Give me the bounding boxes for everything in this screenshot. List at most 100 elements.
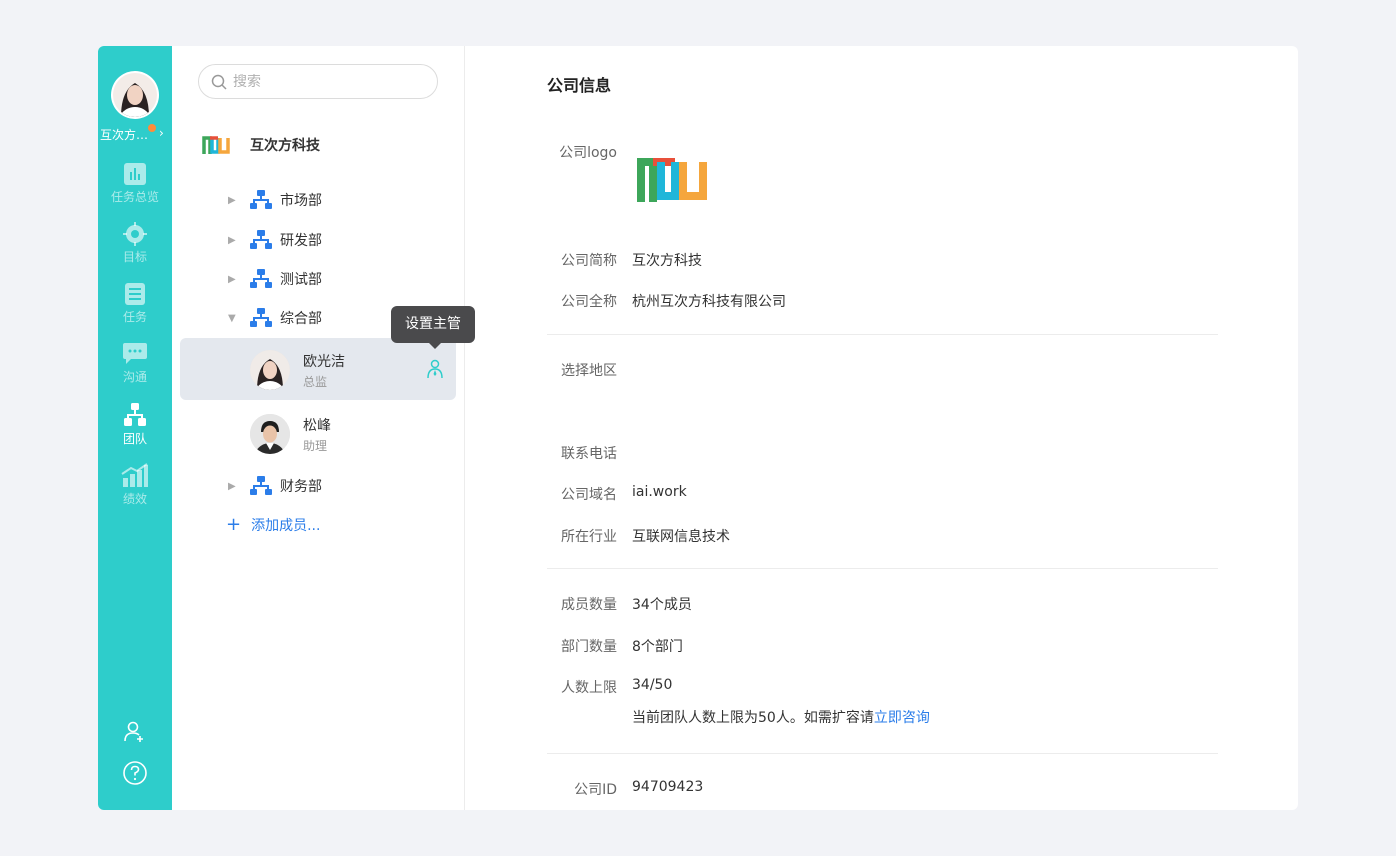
company-switcher[interactable]: 互次方… ›: [98, 124, 172, 143]
chart-icon: [124, 163, 146, 185]
field-label: 公司简称: [561, 253, 617, 269]
caret-right-icon[interactable]: ▶: [228, 235, 238, 246]
nav-item-tasks[interactable]: 任务: [98, 282, 172, 325]
member-role: 总监: [303, 375, 328, 389]
field-full-name: 公司全称 杭州互次方科技有限公司: [465, 291, 786, 311]
field-phone[interactable]: 联系电话: [465, 443, 617, 463]
short-name-value[interactable]: 互次方科技: [632, 250, 702, 270]
field-label: 所在行业: [561, 529, 617, 545]
org-name: 互次方科技: [250, 138, 320, 154]
nav-item-label: 任务总览: [110, 190, 159, 204]
notification-dot: [148, 124, 156, 132]
domain-value[interactable]: iai.work: [632, 484, 687, 504]
nav-item-label: 团队: [122, 432, 147, 446]
member-name: 欧光洁: [303, 354, 345, 370]
search-input[interactable]: [233, 73, 413, 90]
search-box[interactable]: [198, 64, 438, 99]
field-company-id: 公司ID 94709423: [465, 779, 703, 799]
field-domain: 公司域名 iai.work: [465, 484, 687, 504]
consult-link[interactable]: 立即咨询: [874, 710, 930, 726]
field-member-count: 成员数量 34个成员: [465, 594, 692, 614]
tooltip-set-manager: 设置主管: [391, 306, 475, 349]
dept-rnd[interactable]: ▶ 研发部: [228, 230, 322, 250]
caret-right-icon[interactable]: ▶: [228, 195, 238, 206]
nav-item-label: 任务: [122, 310, 147, 324]
page-title: 公司信息: [547, 76, 612, 95]
field-label: 部门数量: [561, 639, 617, 655]
dept-label: 市场部: [280, 193, 322, 209]
nav-item-team[interactable]: 团队: [98, 402, 172, 447]
industry-value[interactable]: 互联网信息技术: [632, 526, 730, 546]
org-chart-icon: [250, 308, 272, 327]
member-row[interactable]: 欧光洁 总监: [180, 338, 456, 400]
dept-label: 研发部: [280, 233, 322, 249]
user-avatar[interactable]: [111, 71, 159, 119]
company-info-panel: 公司信息 公司logo 公司简称 互次方科技 公司全称 杭州互次方科技有限公司 …: [465, 46, 1298, 810]
member-count-value: 34个成员: [632, 597, 692, 613]
field-short-name: 公司简称 互次方科技: [465, 250, 702, 270]
field-region[interactable]: 选择地区: [465, 360, 617, 380]
member-role: 助理: [303, 439, 328, 453]
caret-down-icon[interactable]: ▼: [228, 313, 238, 324]
nav-item-goals[interactable]: 目标: [98, 222, 172, 265]
nav-rail: 互次方… › 任务总览 目标 任务 沟通 团队 绩效: [98, 46, 172, 810]
company-id-value: 94709423: [632, 779, 704, 795]
dept-label: 财务部: [280, 479, 322, 495]
nav-item-chat[interactable]: 沟通: [98, 342, 172, 385]
field-label: 联系电话: [561, 446, 617, 462]
field-limit-note: 当前团队人数上限为50人。如需扩容请立即咨询: [465, 707, 930, 727]
team-icon: [124, 403, 146, 426]
add-member-label: 添加成员...: [251, 518, 321, 534]
member-avatar: [250, 350, 290, 390]
caret-right-icon[interactable]: ▶: [228, 274, 238, 285]
field-label: 公司域名: [561, 487, 617, 503]
invite-member-button[interactable]: [98, 720, 172, 748]
task-list-icon: [125, 283, 145, 305]
chat-icon: [123, 343, 147, 364]
company-logo-image: [637, 158, 707, 202]
chevron-right-icon: ›: [159, 126, 164, 140]
org-chart-icon: [250, 230, 272, 249]
plus-icon: +: [226, 514, 242, 535]
field-logo: 公司logo: [465, 142, 711, 208]
dept-qa[interactable]: ▶ 测试部: [228, 269, 322, 289]
field-label: 公司logo: [559, 145, 617, 161]
member-avatar: [250, 414, 290, 454]
field-label: 人数上限: [561, 680, 617, 696]
full-name-value[interactable]: 杭州互次方科技有限公司: [632, 291, 786, 311]
divider: [547, 568, 1218, 569]
divider: [547, 753, 1218, 754]
help-icon: [123, 761, 147, 785]
field-label: 成员数量: [561, 597, 617, 613]
search-icon: [211, 74, 227, 90]
help-button[interactable]: [98, 760, 172, 790]
company-switcher-label: 互次方…: [100, 128, 149, 142]
limit-note: 当前团队人数上限为50人。如需扩容请立即咨询: [632, 707, 930, 727]
dept-general[interactable]: ▼ 综合部: [228, 308, 322, 328]
member-row[interactable]: 松峰 助理: [180, 402, 456, 464]
dept-label: 测试部: [280, 272, 322, 288]
nav-item-performance[interactable]: 绩效: [98, 462, 172, 507]
nav-item-overview[interactable]: 任务总览: [98, 162, 172, 205]
limit-note-text: 当前团队人数上限为50人。如需扩容请: [632, 710, 874, 726]
dept-market[interactable]: ▶ 市场部: [228, 190, 322, 210]
performance-icon: [121, 463, 148, 487]
org-root[interactable]: 互次方科技: [202, 134, 320, 156]
field-label: 公司ID: [574, 782, 617, 798]
nav-item-label: 沟通: [122, 370, 147, 384]
org-chart-icon: [250, 190, 272, 209]
add-member-button[interactable]: + 添加成员...: [226, 515, 320, 535]
dept-label: 综合部: [280, 311, 322, 327]
app-window: 互次方… › 任务总览 目标 任务 沟通 团队 绩效 搜索 互次方科技 ▶ 市场…: [98, 46, 1298, 810]
limit-value: 34/50: [632, 677, 673, 693]
dept-finance[interactable]: ▶ 财务部: [228, 476, 322, 496]
field-member-limit: 人数上限 34/50: [465, 677, 672, 697]
caret-right-icon[interactable]: ▶: [228, 481, 238, 492]
field-industry: 所在行业 互联网信息技术: [465, 526, 730, 546]
org-chart-icon: [250, 476, 272, 495]
set-manager-icon[interactable]: [426, 359, 444, 379]
add-user-icon: [124, 721, 143, 742]
field-label: 公司全称: [561, 294, 617, 310]
company-logo[interactable]: [637, 154, 711, 208]
